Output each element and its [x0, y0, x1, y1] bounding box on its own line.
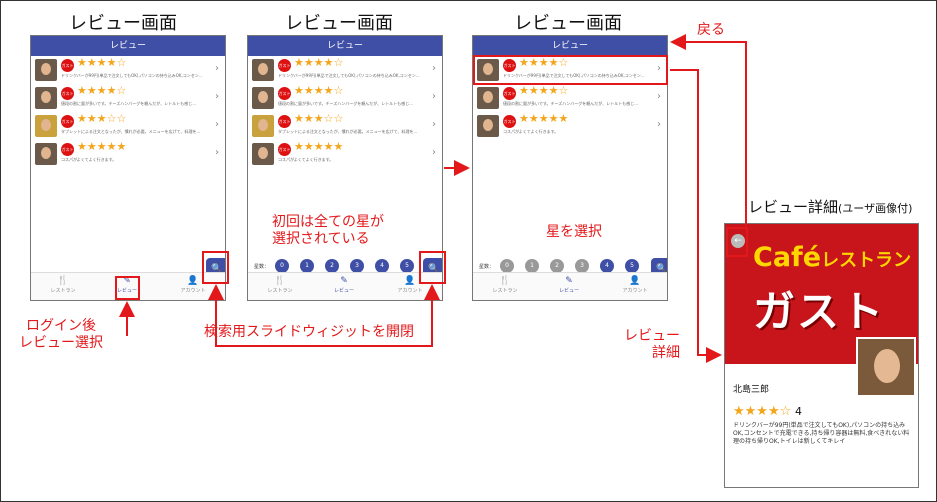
flow-arrows [119, 34, 747, 363]
arrow-to-detail [670, 69, 722, 363]
arrow-slide-widget [215, 284, 440, 347]
